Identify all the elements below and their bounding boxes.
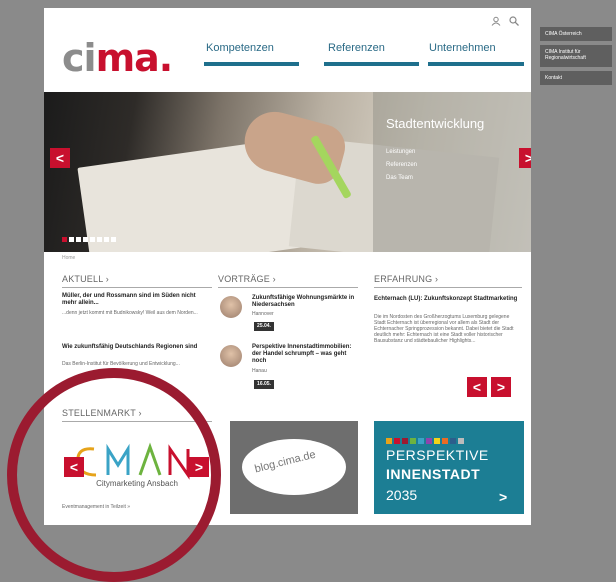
erfahrung-prev-button[interactable]: < (467, 377, 487, 397)
nav-unternehmen[interactable]: Unternehmen (429, 42, 496, 54)
nav-underline-kompetenzen (204, 62, 299, 66)
hero-slider[interactable]: Stadtentwicklung Leistungen Referenzen D… (44, 92, 531, 252)
divider (218, 287, 358, 288)
slider-dot[interactable] (62, 237, 67, 242)
nav-underline-unternehmen (428, 62, 524, 66)
hero-links: Leistungen Referenzen Das Team (386, 146, 417, 185)
vortrag1-title[interactable]: Zukunftsfähige Wohnungsmärkte in Nieders… (252, 295, 358, 309)
aktuell-item2-text: Das Berlin-Institut für Bevölkerung und … (62, 361, 180, 367)
vortrag2-date: 16.05. (254, 380, 274, 389)
header-icons (486, 15, 519, 26)
perspektive-line3: 2035 (386, 487, 418, 503)
hero-link-referenzen[interactable]: Referenzen (386, 159, 417, 172)
perspektive-line1: PERSPEKTIVE (386, 447, 489, 463)
hero-link-leistungen[interactable]: Leistungen (386, 146, 417, 159)
slider-dots (62, 229, 118, 247)
speaker-avatar (220, 345, 242, 367)
hero-prev-button[interactable]: < (50, 148, 70, 168)
nav-kompetenzen[interactable]: Kompetenzen (206, 42, 274, 54)
side-link-kontakt[interactable]: Kontakt (540, 71, 612, 85)
hero-link-team[interactable]: Das Team (386, 172, 417, 185)
erfahrung-heading[interactable]: ERFAHRUNG › (374, 274, 438, 284)
slider-dot[interactable] (83, 237, 88, 242)
erfahrung-next-button[interactable]: > (491, 377, 511, 397)
hero-title[interactable]: Stadtentwicklung (386, 116, 484, 131)
divider (62, 287, 212, 288)
blog-teaser[interactable]: blog.cima.de (230, 421, 358, 514)
perspektive-line2: INNENSTADT (386, 466, 481, 482)
aktuell-item1-title[interactable]: Müller, der und Rossmann sind im Süden n… (62, 293, 212, 307)
slider-dot[interactable] (76, 237, 81, 242)
nav-underline-referenzen (324, 62, 419, 66)
nav-referenzen[interactable]: Referenzen (328, 42, 385, 54)
erfahrung-title[interactable]: Echternach (LU): Zukunftskonzept Stadtma… (374, 296, 522, 303)
logo-suffix: ma. (95, 36, 174, 80)
slider-dot[interactable] (90, 237, 95, 242)
side-link-cima-institut[interactable]: CIMA Institut für Regionalwirtschaft (540, 45, 612, 67)
erfahrung-text: Die im Nordosten des Großherzogtums Luxe… (374, 314, 514, 344)
cima-logo[interactable]: cima. (62, 36, 174, 80)
divider (374, 287, 522, 288)
vortrag1-place: Hannover (252, 311, 274, 317)
logo-prefix: ci (62, 36, 97, 80)
aktuell-item1-text: ...denn jetzt kommt mit Budnikowsky! Wei… (62, 310, 198, 316)
highlight-circle (7, 368, 221, 582)
vortrag2-place: Hanau (252, 368, 267, 374)
side-link-cima-oesterreich[interactable]: CIMA Österreich (540, 27, 612, 41)
slider-dot[interactable] (111, 237, 116, 242)
speaker-avatar (220, 296, 242, 318)
vortraege-heading[interactable]: VORTRÄGE › (218, 274, 276, 284)
hero-next-button[interactable]: > (519, 148, 531, 168)
search-icon[interactable] (509, 16, 519, 26)
vortrag2-title[interactable]: Perspektive Innenstadtimmobilien: der Ha… (252, 344, 358, 365)
user-icon[interactable] (491, 16, 501, 26)
aktuell-heading[interactable]: AKTUELL › (62, 274, 109, 284)
slider-dot[interactable] (97, 237, 102, 242)
breadcrumb[interactable]: Home (62, 255, 75, 261)
slider-dot[interactable] (104, 237, 109, 242)
perspektive-arrow[interactable]: > (499, 489, 507, 505)
vortrag1-date: 25.04. (254, 322, 274, 331)
perspektive-innenstadt-teaser[interactable]: PERSPEKTIVE INNENSTADT 2035 > (374, 421, 524, 514)
slider-dot[interactable] (69, 237, 74, 242)
aktuell-item2-title[interactable]: Wie zukunftsfähig Deutschlands Regionen … (62, 344, 212, 351)
